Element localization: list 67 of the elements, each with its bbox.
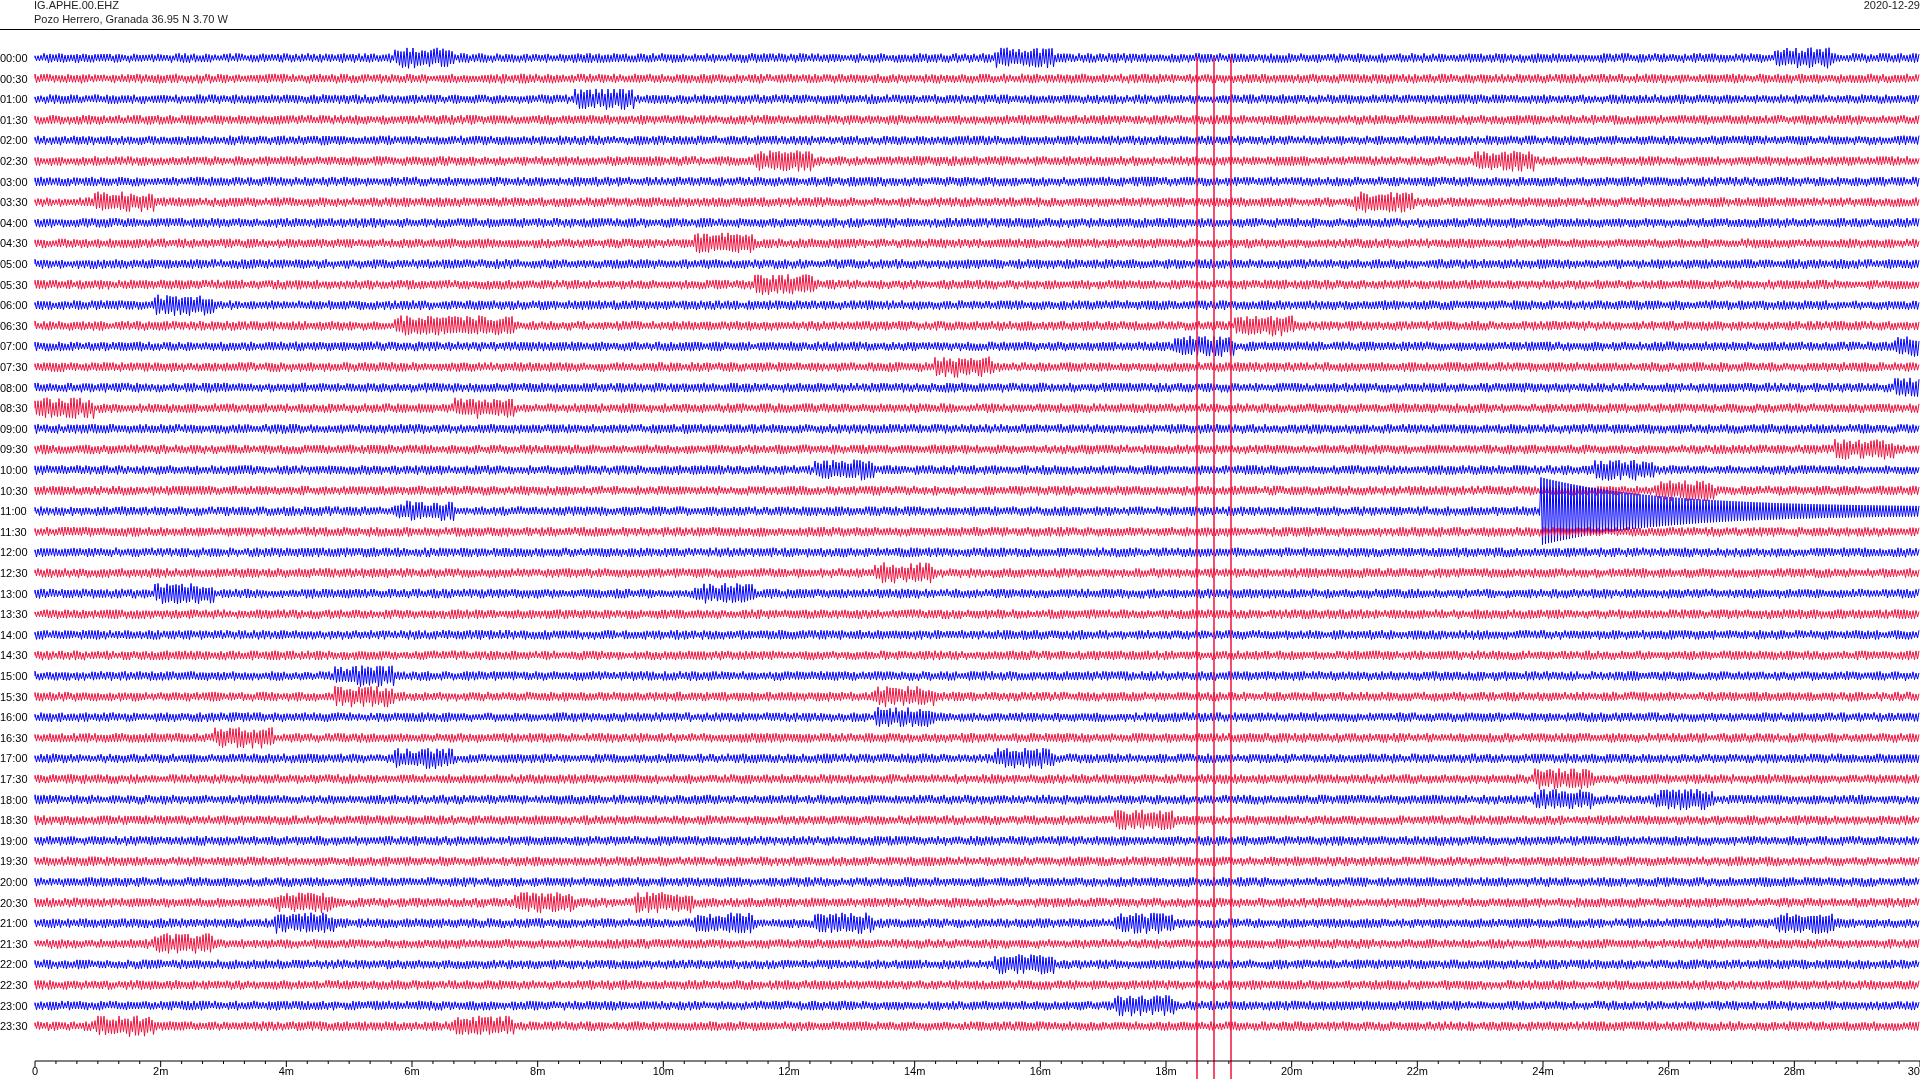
time-label: 03:30 xyxy=(0,196,28,209)
time-label: 22:30 xyxy=(0,979,28,991)
axis-label: 16m xyxy=(1029,1065,1052,1077)
time-label: 07:00 xyxy=(0,340,28,353)
time-label: 06:00 xyxy=(0,299,28,312)
time-label: 02:00 xyxy=(0,134,28,147)
axis-label: 10m xyxy=(652,1065,675,1077)
time-label: 09:00 xyxy=(0,422,28,435)
time-label: 15:30 xyxy=(0,690,28,703)
axis-label: 20m xyxy=(1280,1065,1303,1077)
time-label: 08:30 xyxy=(0,402,28,415)
time-label: 13:00 xyxy=(0,587,28,600)
time-label: 10:00 xyxy=(0,464,28,476)
time-label: 04:30 xyxy=(0,237,28,250)
axis-label: 0 xyxy=(31,1065,39,1077)
station-location: Pozo Herrero, Granada 36.95 N 3.70 W xyxy=(34,12,228,26)
time-label: 18:00 xyxy=(0,793,28,806)
time-label: 23:30 xyxy=(0,1020,28,1033)
axis-label: 26m xyxy=(1657,1065,1680,1077)
time-label: 00:30 xyxy=(0,72,28,85)
time-label: 19:30 xyxy=(0,855,28,868)
time-label: 08:00 xyxy=(0,381,28,394)
time-label: 02:30 xyxy=(0,155,28,167)
axis-label: 6m xyxy=(404,1065,420,1077)
time-label: 09:30 xyxy=(0,443,28,456)
time-label: 12:00 xyxy=(0,546,28,559)
station-code: IG.APHE.00.EHZ xyxy=(34,0,120,12)
time-label: 21:00 xyxy=(0,917,28,930)
time-label: 13:30 xyxy=(0,608,28,621)
time-label: 20:30 xyxy=(0,896,28,909)
axis-label: 4m xyxy=(278,1065,294,1077)
axis-label: 28m xyxy=(1783,1065,1806,1077)
time-label: 10:30 xyxy=(0,484,28,497)
time-label: 15:00 xyxy=(0,670,28,682)
time-label: 05:00 xyxy=(0,258,28,270)
time-label: 11:30 xyxy=(0,525,27,538)
time-label: 20:00 xyxy=(0,876,28,888)
time-label: 01:00 xyxy=(0,93,28,106)
axis-label: 2m xyxy=(153,1065,169,1077)
time-label: 00:00 xyxy=(0,52,28,64)
time-label: 17:00 xyxy=(0,752,28,765)
time-label: 01:30 xyxy=(0,113,28,126)
time-label: 03:00 xyxy=(0,175,28,188)
time-label: 17:30 xyxy=(0,773,28,785)
axis-label: 12m xyxy=(778,1065,800,1077)
axis-label: 22m xyxy=(1406,1065,1429,1077)
time-label: 04:00 xyxy=(0,216,28,229)
axis-label: 8m xyxy=(530,1065,546,1077)
axis-label: 18m xyxy=(1155,1065,1177,1077)
time-label: 14:00 xyxy=(0,628,28,641)
time-label: 12:30 xyxy=(0,567,28,579)
time-label: 18:30 xyxy=(0,814,28,827)
time-label: 07:30 xyxy=(0,361,28,373)
axis-label: 30 xyxy=(1907,1065,1920,1077)
time-label: 23:00 xyxy=(0,999,28,1012)
time-label: 16:30 xyxy=(0,731,28,744)
time-label: 21:30 xyxy=(0,937,28,950)
time-label: 05:30 xyxy=(0,278,28,291)
time-label: 16:00 xyxy=(0,711,28,724)
time-label: 14:30 xyxy=(0,649,28,662)
time-label: 19:00 xyxy=(0,834,28,847)
time-label: 11:00 xyxy=(0,505,27,518)
time-label: 06:30 xyxy=(0,319,28,332)
axis-label: 14m xyxy=(903,1065,926,1077)
time-label: 22:00 xyxy=(0,958,28,971)
date-label: 2020-12-29 xyxy=(1863,0,1920,13)
axis-label: 24m xyxy=(1532,1065,1554,1077)
